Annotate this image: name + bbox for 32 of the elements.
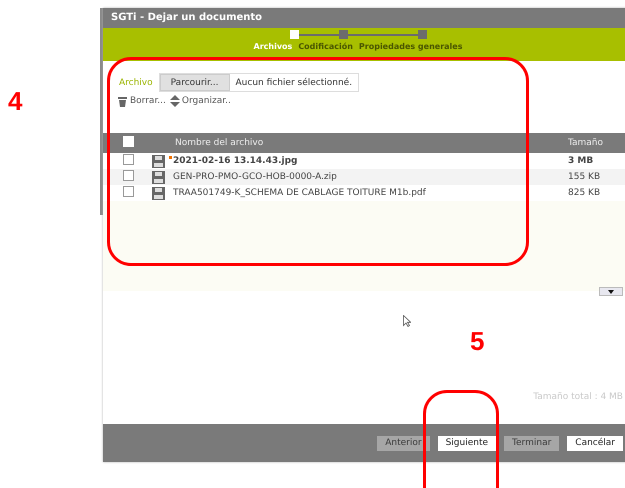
file-size: 3 MB xyxy=(568,156,594,166)
column-header: Tamaño xyxy=(568,138,604,148)
step-label: Propiedades generales xyxy=(358,42,462,51)
footer-button[interactable]: Siguiente xyxy=(438,436,496,450)
file-input[interactable]: Parcourir... Aucun fichier sélectionné. xyxy=(158,73,360,92)
browse-button[interactable]: Parcourir... xyxy=(160,74,230,91)
row-checkbox[interactable] xyxy=(123,170,134,181)
file-label: Archivo xyxy=(119,78,153,88)
column-header: Nombre del archivo xyxy=(175,138,264,148)
organize-button[interactable]: Organizar.. xyxy=(170,95,231,107)
footer-button[interactable]: Cancélar xyxy=(567,436,623,450)
select-all-checkbox[interactable] xyxy=(123,136,134,147)
table-row[interactable]: GEN-PRO-PMO-GCO-HOB-0000-A.zip 155 KB xyxy=(103,169,625,185)
file-name: TRAA501749-K_SCHEMA DE CABLAGE TOITURE M1b.pdf xyxy=(173,188,426,198)
annotation-number: 4 xyxy=(8,86,22,117)
file-size: 155 KB xyxy=(568,172,600,182)
delete-button[interactable]: Borrar... xyxy=(117,96,166,106)
file-name: 2021-02-16 13.14.43.jpg xyxy=(173,156,298,166)
file-name: GEN-PRO-PMO-GCO-HOB-0000-A.zip xyxy=(173,172,337,182)
step-label: Codificación xyxy=(298,42,353,51)
annotation-number: 5 xyxy=(470,326,484,357)
sort-icon xyxy=(170,95,180,107)
row-checkbox[interactable] xyxy=(123,154,134,165)
row-checkbox[interactable] xyxy=(123,186,134,197)
file-size: 825 KB xyxy=(568,188,600,198)
dropdown-button[interactable] xyxy=(599,287,623,296)
new-file-marker-icon xyxy=(169,156,172,159)
trash-icon xyxy=(117,96,128,106)
file-status: Aucun fichier sélectionné. xyxy=(234,78,354,88)
step-label: Archivos xyxy=(254,42,292,51)
cursor-icon xyxy=(403,315,411,327)
window-title: SGTi - Dejar un documento xyxy=(103,8,625,28)
